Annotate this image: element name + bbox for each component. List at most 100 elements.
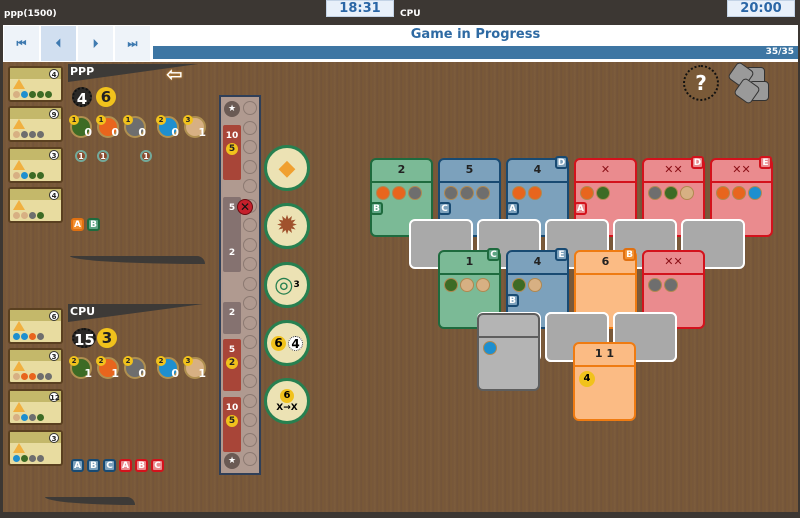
- track-slot: [243, 374, 257, 388]
- economy-coin: 6: [271, 335, 286, 351]
- ppp-label: PPP: [70, 65, 95, 78]
- wonder-card[interactable]: 3: [8, 147, 63, 183]
- zone-vp: 10: [225, 131, 239, 141]
- brick-icon: [512, 278, 526, 292]
- ppp-victory-points: 4: [72, 87, 92, 108]
- top-bar: ppp(1500) 18:31 CPU 20:00: [0, 0, 800, 24]
- wonder-card[interactable]: 3: [8, 430, 63, 466]
- wonder-value: 3: [49, 351, 59, 361]
- card-cost: 2: [397, 163, 406, 176]
- player1-clock: 18:31: [326, 0, 394, 17]
- zone-coin: 5: [226, 415, 238, 427]
- resource-cost: 1: [96, 115, 106, 125]
- papyrus-icon: [13, 91, 20, 98]
- military-zone: 10 5: [223, 125, 241, 180]
- wonder-card[interactable]: 3: [8, 348, 63, 384]
- card-letter: B: [506, 294, 519, 307]
- progress-token-trade[interactable]: 6 X→X: [264, 378, 310, 424]
- brick-icon: [664, 186, 678, 200]
- resource-stone: 20: [123, 356, 146, 380]
- wonder-card[interactable]: 4: [8, 187, 63, 223]
- card-orange[interactable]: 1 1 4: [573, 342, 636, 421]
- wood-icon: [37, 212, 44, 219]
- pyramid-icon: [13, 361, 25, 371]
- progress-token-architecture[interactable]: ◆: [264, 145, 310, 191]
- zone-vp: 5: [228, 345, 236, 355]
- first-move-button[interactable]: ⏮: [4, 26, 40, 61]
- zone-coin: 5: [226, 143, 238, 155]
- resource-count: 1: [198, 367, 206, 380]
- track-slot: [243, 335, 257, 349]
- replay-progress-bar[interactable]: 35/35: [153, 46, 798, 59]
- progress-token-strategy[interactable]: ◎ 3: [264, 262, 310, 308]
- track-slot: [243, 237, 257, 252]
- help-button[interactable]: ?: [683, 65, 719, 101]
- wonder-costs: [13, 373, 52, 380]
- water-icon: [748, 186, 762, 200]
- stone-icon: [21, 131, 28, 138]
- discard-pile-icon[interactable]: [727, 61, 773, 105]
- cloud-icon: [648, 186, 662, 200]
- resource-cost: 2: [156, 115, 166, 125]
- wonder-costs: [13, 172, 44, 179]
- resource-cost: 2: [96, 356, 106, 366]
- cloud-icon: [648, 278, 662, 292]
- wonder-value: 3: [49, 150, 59, 160]
- fire-icon: [512, 186, 526, 200]
- resource-papyrus: 31: [183, 115, 206, 139]
- resource-wood: 10: [69, 115, 92, 139]
- progress-token-engineering[interactable]: ✹: [264, 203, 310, 249]
- economy-vp: 4: [288, 335, 303, 351]
- pyramid-icon: [13, 200, 25, 210]
- pyramid-icon: [13, 160, 25, 170]
- resource-count: 0: [138, 367, 146, 380]
- papyrus-icon: [13, 373, 20, 380]
- resource-count: 0: [171, 367, 179, 380]
- stone-icon: [37, 131, 44, 138]
- resource-cost: 1: [69, 115, 79, 125]
- card-header: 1 1: [575, 344, 634, 367]
- papyrus-icon: [21, 212, 28, 219]
- wonder-card[interactable]: 9: [8, 106, 63, 142]
- wonder-card[interactable]: 6: [8, 308, 63, 344]
- wood-icon: [37, 172, 44, 179]
- water-icon: [483, 341, 497, 355]
- cpu-victory-points: 15: [72, 328, 96, 349]
- next-move-button[interactable]: ⏵: [78, 26, 114, 61]
- cloud-icon: [408, 186, 422, 200]
- track-end-icon: ★: [224, 101, 240, 117]
- card-icons: [716, 186, 762, 200]
- wood-icon: [45, 91, 52, 98]
- clay-icon: [29, 333, 36, 340]
- military-zone: 2: [223, 242, 241, 272]
- wonder-card[interactable]: 4: [8, 66, 63, 102]
- previous-move-button[interactable]: ⏴: [41, 26, 77, 61]
- cpu-label: CPU: [70, 305, 96, 318]
- card-tag: B: [623, 248, 636, 261]
- card-tag: D: [691, 156, 704, 169]
- wonder-value: 12: [49, 392, 60, 402]
- card-grey[interactable]: [477, 313, 540, 391]
- papyrus-icon: [13, 131, 20, 138]
- card-tag: E: [555, 248, 568, 261]
- track-slot: [243, 120, 257, 135]
- last-move-button[interactable]: ⏭: [115, 26, 151, 61]
- resource-count: 1: [84, 367, 92, 380]
- card-icons: [648, 278, 678, 292]
- stone-icon: [37, 373, 44, 380]
- glass-icon: [13, 455, 20, 462]
- bolt-icon: [528, 278, 542, 292]
- wood-icon: [21, 455, 28, 462]
- letter-token: C: [151, 459, 164, 472]
- papyrus-icon: [13, 172, 20, 179]
- resource-count: 1: [111, 367, 119, 380]
- pyramid-icon: [13, 79, 25, 89]
- resource-cost: 2: [69, 356, 79, 366]
- card-icons: [648, 186, 694, 200]
- card-header: ✕: [576, 160, 635, 183]
- track-slot: [243, 179, 257, 193]
- progress-token-economy[interactable]: 64: [264, 320, 310, 366]
- track-slot: [243, 296, 257, 310]
- wonder-card[interactable]: 12: [8, 389, 63, 425]
- card-icons: [512, 186, 542, 200]
